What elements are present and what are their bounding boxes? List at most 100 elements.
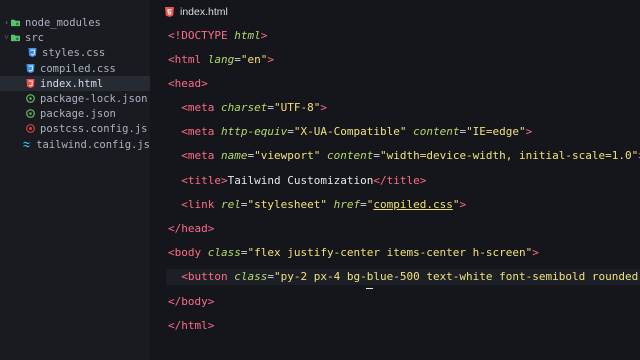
code-string: "stylesheet" [247, 198, 327, 211]
code-line-10[interactable]: <body class="flex justify-center items-c… [168, 245, 539, 261]
tree-item-package-json[interactable]: package.json [0, 106, 150, 121]
code-punctuation: </ [373, 174, 387, 187]
code-tag-name: head [181, 222, 208, 235]
code-attribute: class [207, 246, 241, 259]
code-string: "flex justify-center items-center h-scre… [247, 246, 533, 259]
chevron-right-icon[interactable]: › [2, 18, 11, 27]
code-equals: = [240, 246, 248, 259]
code-equals: = [373, 149, 380, 162]
text-cursor [366, 288, 373, 289]
tree-item-package-lock-json[interactable]: package-lock.json [0, 91, 150, 106]
code-string: "IE=edge" [466, 125, 526, 138]
tree-item-label: package-lock.json [40, 92, 148, 105]
html-file-icon [165, 7, 174, 17]
code-string: "width=device-width, initial-scale=1.0" [379, 149, 639, 162]
tab-label: index.html [180, 6, 228, 18]
tree-item-styles-css[interactable]: styles.css [0, 45, 150, 60]
code-attribute: rel [221, 198, 241, 211]
tab-index-html[interactable]: index.html [150, 0, 640, 24]
code-attribute: name [221, 149, 248, 162]
code-line-5[interactable]: <meta http-equiv="X-UA-Compatible" conte… [168, 124, 532, 140]
code-punctuation: < [181, 101, 188, 114]
css-file-icon [28, 48, 37, 57]
code-editor[interactable]: index.html <!DOCTYPE html> <html lang="en… [150, 0, 640, 360]
code-punctuation: > [419, 174, 427, 187]
code-attribute: href [333, 198, 361, 211]
code-string: "viewport" [254, 149, 321, 162]
code-string: "py-2 px-4 bg-blue-500 text-white font-s… [274, 270, 640, 283]
code-punctuation: > [459, 198, 467, 211]
code-punctuation: < [181, 270, 188, 283]
code-line-11[interactable]: <button class="py-2 px-4 bg-blue-500 tex… [166, 269, 640, 285]
code-punctuation: < [168, 246, 175, 259]
code-attribute: lang [207, 53, 235, 66]
code-line-4[interactable]: <meta charset="UTF-8"> [168, 100, 327, 116]
code-line-9[interactable]: </head> [168, 221, 214, 237]
tree-item-node-modules[interactable]: › node_modules [0, 15, 150, 30]
folder-green-icon [11, 19, 20, 27]
tree-item-label: compiled.css [40, 62, 116, 75]
code-attribute: content [413, 125, 460, 138]
tree-item-label: postcss.config.js [40, 122, 148, 135]
code-tag-name: title [386, 174, 420, 187]
code-tag-name: head [174, 77, 202, 90]
code-equals: = [234, 53, 241, 66]
postcss-file-icon [26, 124, 35, 133]
npm-file-icon [26, 109, 35, 118]
code-attribute: class [234, 270, 268, 283]
code-punctuation: > [201, 77, 208, 90]
code-tag-name: meta [187, 101, 215, 114]
code-line-8[interactable]: <link rel="stylesheet" href="compiled.cs… [168, 197, 466, 213]
code-equals: = [360, 198, 367, 211]
code-equals: = [240, 198, 248, 211]
code-line-12[interactable]: </body> [168, 294, 214, 310]
tree-item-compiled-css[interactable]: compiled.css [0, 61, 150, 76]
css-file-icon [26, 64, 35, 73]
code-tag-name: html [174, 53, 202, 66]
code-line-3[interactable]: <head> [168, 76, 208, 92]
code-tag-name: link [187, 198, 215, 211]
code-attribute: http-equiv [221, 125, 288, 138]
code-punctuation: < [181, 125, 188, 138]
code-punctuation: > [525, 125, 533, 138]
code-punctuation: > [532, 246, 539, 259]
code-line-2[interactable]: <html lang="en"> [168, 52, 274, 68]
code-line-13[interactable]: </html> [168, 318, 214, 334]
code-link: compiled.css [373, 198, 453, 211]
tree-item-tailwind-config-js[interactable]: tailwind.config.js [0, 137, 150, 152]
code-punctuation: < [168, 77, 175, 90]
code-string: "UTF-8" [273, 101, 321, 114]
code-equals: = [287, 125, 294, 138]
file-explorer: › node_modules ˅ src styles.css compiled.css i… [0, 0, 150, 360]
code-line-7[interactable]: <title>Tailwind Customization</title> [168, 173, 426, 189]
tree-item-postcss-config-js[interactable]: postcss.config.js [0, 121, 150, 136]
code-tag-name: title [187, 174, 221, 187]
code-attribute: charset [221, 101, 268, 114]
tree-item-src[interactable]: ˅ src [0, 30, 150, 45]
code-punctuation: < [168, 53, 175, 66]
chevron-down-icon[interactable]: ˅ [2, 33, 11, 42]
tailwind-file-icon [23, 141, 31, 148]
code-line-6[interactable]: <meta name="viewport" content="width=dev… [168, 148, 640, 164]
tree-item-index-html[interactable]: index.html [0, 76, 150, 91]
code-tag-name: DOCTYPE [181, 29, 228, 42]
code-punctuation: </ [168, 295, 182, 308]
code-punctuation: < [181, 149, 188, 162]
code-equals: = [267, 101, 274, 114]
code-line-1[interactable]: <!DOCTYPE html> [168, 28, 267, 44]
code-tag-name: body [181, 295, 208, 308]
tree-item-label: styles.css [42, 46, 106, 59]
code-text: Tailwind Customization [227, 174, 374, 187]
code-punctuation: > [207, 319, 215, 332]
code-punctuation: </ [168, 319, 182, 332]
code-tag-name: button [187, 270, 228, 283]
tree-item-label: index.html [40, 77, 104, 90]
